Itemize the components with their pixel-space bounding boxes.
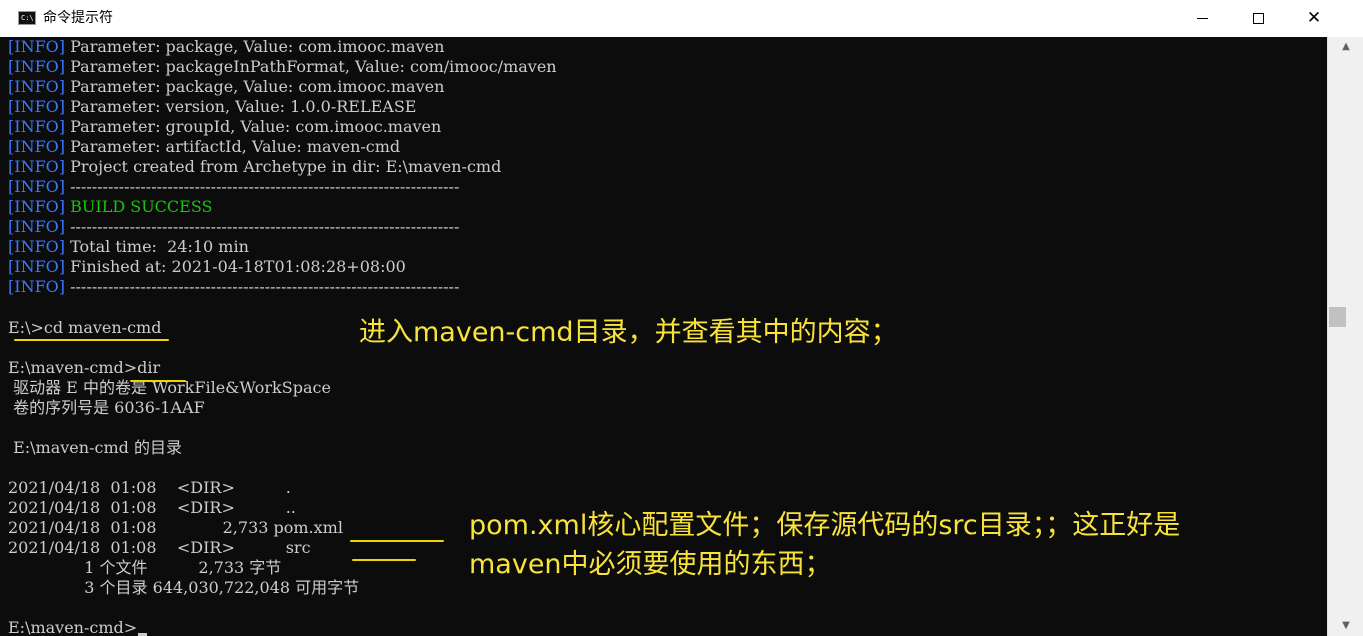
info-tag: [INFO] bbox=[8, 57, 66, 76]
listing-row: 2021/04/18 01:08 <DIR> .. bbox=[8, 498, 296, 517]
close-icon: ✕ bbox=[1306, 8, 1322, 28]
info-tag: [INFO] bbox=[8, 277, 66, 296]
total-time-text: Total time: 24:10 min bbox=[65, 237, 249, 256]
final-prompt-line: E:\maven-cmd> bbox=[8, 618, 138, 636]
separator-line: ----------------------------------------… bbox=[65, 177, 460, 196]
separator-line: ----------------------------------------… bbox=[65, 217, 460, 236]
separator-line: ----------------------------------------… bbox=[65, 277, 460, 296]
scroll-thumb[interactable] bbox=[1329, 307, 1346, 327]
serial-line: 卷的序列号是 6036-1AAF bbox=[8, 398, 205, 417]
annotation-note-cd: 进入maven-cmd目录，并查看其中的内容； bbox=[359, 317, 898, 348]
console-line: [INFO] Parameter: artifactId, Value: mav… bbox=[8, 137, 400, 157]
console-line: [INFO] Finished at: 2021-04-18T01:08:28+… bbox=[8, 257, 406, 277]
scroll-down-icon[interactable]: ▼ bbox=[1328, 616, 1363, 636]
annotation-underline bbox=[350, 540, 444, 542]
listing-row: 2021/04/18 01:08 2,733 pom.xml bbox=[8, 518, 343, 537]
annotation-underline bbox=[130, 380, 186, 382]
annotation-underline bbox=[352, 559, 416, 561]
summary-dirs-line: 3 个目录 644,030,722,048 可用字节 bbox=[8, 578, 360, 597]
vertical-scrollbar[interactable]: ▲ ▼ bbox=[1327, 37, 1363, 636]
console-line: [INFO] Parameter: groupId, Value: com.im… bbox=[8, 117, 441, 137]
info-tag: [INFO] bbox=[8, 237, 66, 256]
info-tag: [INFO] bbox=[8, 117, 66, 136]
console-line: [INFO] Parameter: package, Value: com.im… bbox=[8, 37, 444, 57]
listing-row: 2021/04/18 01:08 <DIR> src bbox=[8, 538, 311, 557]
info-tag: [INFO] bbox=[8, 217, 66, 236]
annotation-note-files-2: maven中必须要使用的东西； bbox=[469, 549, 832, 580]
console-line: [INFO] Parameter: version, Value: 1.0.0-… bbox=[8, 97, 416, 117]
info-tag: [INFO] bbox=[8, 157, 66, 176]
console-line: [INFO] Parameter: packageInPathFormat, V… bbox=[8, 57, 557, 77]
console-line: [INFO] Project created from Archetype in… bbox=[8, 157, 501, 177]
info-tag: [INFO] bbox=[8, 77, 66, 96]
line-text: Parameter: groupId, Value: com.imooc.mav… bbox=[65, 117, 442, 136]
info-tag: [INFO] bbox=[8, 257, 66, 276]
info-tag: [INFO] bbox=[8, 97, 66, 116]
console-line: [INFO] BUILD SUCCESS bbox=[8, 197, 212, 217]
line-text: Project created from Archetype in dir: E… bbox=[65, 157, 502, 176]
console-line: [INFO] ---------------------------------… bbox=[8, 277, 459, 297]
cmd-icon: C:\ bbox=[18, 11, 36, 25]
line-text: Parameter: version, Value: 1.0.0-RELEASE bbox=[65, 97, 417, 116]
finished-at-text: Finished at: 2021-04-18T01:08:28+08:00 bbox=[65, 257, 406, 276]
console-line: [INFO] Parameter: package, Value: com.im… bbox=[8, 77, 444, 97]
line-text: Parameter: artifactId, Value: maven-cmd bbox=[65, 137, 401, 156]
directory-of-line: E:\maven-cmd 的目录 bbox=[8, 438, 182, 457]
window-title: 命令提示符 bbox=[43, 10, 113, 26]
info-tag: [INFO] bbox=[8, 197, 66, 216]
console-output[interactable]: [INFO] Parameter: package, Value: com.im… bbox=[0, 37, 1327, 636]
scroll-up-icon[interactable]: ▲ bbox=[1328, 37, 1363, 57]
maximize-button[interactable] bbox=[1235, 0, 1281, 37]
annotation-underline bbox=[14, 339, 169, 341]
console-line: [INFO] ---------------------------------… bbox=[8, 217, 459, 237]
title-bar[interactable]: C:\ 命令提示符 ✕ bbox=[0, 0, 1363, 37]
prompt-dir-line: E:\maven-cmd>dir bbox=[8, 358, 161, 377]
listing-row: 2021/04/18 01:08 <DIR> . bbox=[8, 478, 291, 497]
info-tag: [INFO] bbox=[8, 137, 66, 156]
minimize-button[interactable] bbox=[1179, 0, 1225, 37]
build-success-text: BUILD SUCCESS bbox=[70, 197, 213, 216]
info-tag: [INFO] bbox=[8, 177, 66, 196]
maximize-icon bbox=[1252, 13, 1264, 24]
info-tag: [INFO] bbox=[8, 37, 66, 56]
annotation-note-files: pom.xml核心配置文件；保存源代码的src目录；；这正好是 bbox=[469, 510, 1181, 541]
console-line: [INFO] Total time: 24:10 min bbox=[8, 237, 249, 257]
line-text: Parameter: package, Value: com.imooc.mav… bbox=[65, 77, 445, 96]
prompt-cd-line: E:\>cd maven-cmd bbox=[8, 318, 162, 337]
close-button[interactable]: ✕ bbox=[1291, 0, 1337, 37]
summary-files-line: 1 个文件 2,733 字节 bbox=[8, 558, 282, 577]
minimize-icon bbox=[1196, 18, 1208, 19]
line-text: Parameter: packageInPathFormat, Value: c… bbox=[65, 57, 557, 76]
console-line: [INFO] ---------------------------------… bbox=[8, 177, 459, 197]
line-text: Parameter: package, Value: com.imooc.mav… bbox=[65, 37, 445, 56]
